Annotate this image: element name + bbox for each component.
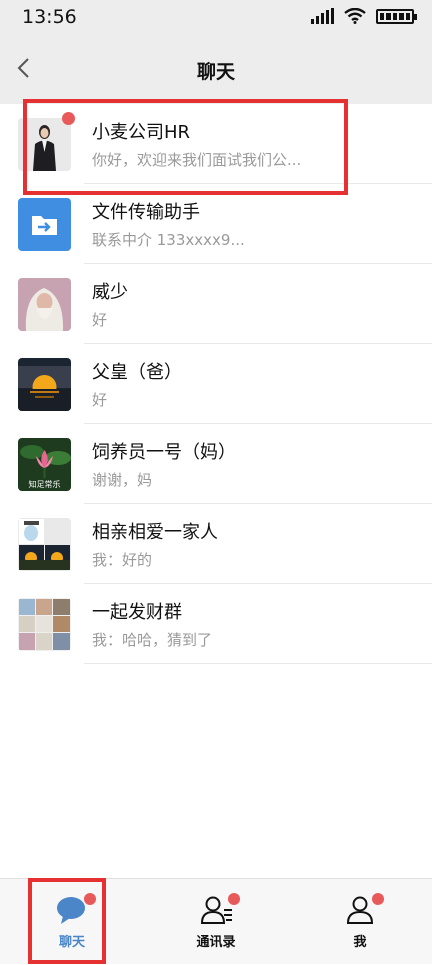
tab-label: 我 [353, 935, 367, 950]
chat-name: 父皇（爸） [92, 362, 182, 383]
chat-name: 威少 [92, 282, 128, 303]
chat-name: 相亲相爱一家人 [92, 522, 218, 543]
tab-badge-dot [84, 893, 96, 905]
chat-preview: 好 [92, 311, 108, 329]
unread-dot [62, 112, 75, 125]
lotus-avatar: 知足常乐 [18, 438, 71, 491]
chat-preview: 联系中介 133xxxx9... [92, 231, 245, 249]
tab-contacts[interactable]: 通讯录 [144, 879, 288, 965]
chat-item-file-transfer[interactable]: 文件传输助手 联系中介 133xxxx9... [0, 184, 432, 264]
group-grid-avatar [18, 598, 71, 651]
nav-bar: 聊天 [0, 34, 432, 104]
status-time: 13:56 [22, 6, 77, 28]
divider [84, 663, 432, 664]
chat-item-family-group[interactable]: 相亲相爱一家人 我：好的 [0, 504, 432, 584]
chat-preview: 好 [92, 391, 108, 409]
chat-preview: 我：好的 [92, 551, 153, 569]
chat-list: 小麦公司HR 你好，欢迎来我们面试我们公... 文件传输助手 联系中介 133x… [0, 104, 432, 664]
tab-label: 聊天 [58, 935, 85, 950]
signal-icon [311, 8, 334, 24]
tab-label: 通讯录 [196, 935, 236, 950]
battery-icon [376, 8, 417, 24]
chat-preview: 我：哈哈，猜到了 [92, 631, 213, 649]
file-transfer-icon [18, 198, 71, 251]
chat-name: 一起发财群 [92, 602, 182, 623]
tab-me[interactable]: 我 [288, 879, 432, 965]
avatar-caption: 知足常乐 [29, 479, 61, 489]
wifi-icon [344, 8, 366, 24]
chat-item-fortune-group[interactable]: 一起发财群 我：哈哈，猜到了 [0, 584, 432, 664]
chat-item-mother[interactable]: 知足常乐 饲养员一号（妈） 谢谢，妈 [0, 424, 432, 504]
status-bar: 13:56 [0, 0, 432, 34]
chat-name: 文件传输助手 [92, 202, 200, 223]
chat-preview: 谢谢，妈 [92, 471, 153, 489]
status-icons [311, 8, 417, 24]
chat-preview: 你好，欢迎来我们面试我们公... [92, 151, 302, 169]
chat-item-weishao[interactable]: 威少 好 [0, 264, 432, 344]
wizard-avatar [18, 278, 71, 331]
chat-name: 小麦公司HR [92, 122, 191, 143]
page-title: 聊天 [196, 61, 235, 83]
tab-badge-dot [228, 893, 240, 905]
chat-item-father[interactable]: 父皇（爸） 好 [0, 344, 432, 424]
woman-in-suit-avatar [18, 118, 71, 171]
group-avatar [18, 518, 71, 571]
sunset-avatar [18, 358, 71, 411]
tab-chats[interactable]: 聊天 [0, 879, 144, 965]
chat-item-xiaomai-hr[interactable]: 小麦公司HR 你好，欢迎来我们面试我们公... [0, 104, 432, 184]
tab-bar: 聊天 通讯录 我 [0, 878, 432, 964]
chat-name: 饲养员一号（妈） [92, 442, 236, 463]
tab-badge-dot [372, 893, 384, 905]
